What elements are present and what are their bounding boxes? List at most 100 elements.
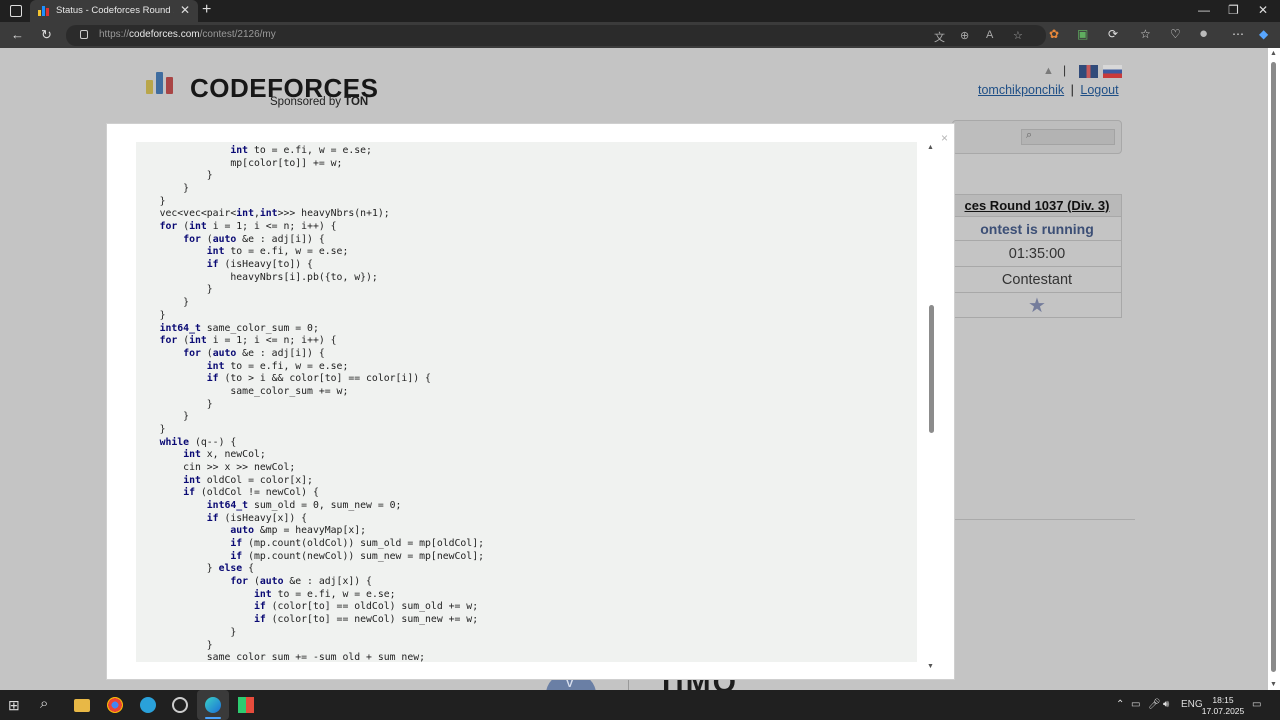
user-links: tomchikponchik | Logout	[978, 83, 1119, 97]
taskbar: ⊞ ⌕ ⌃ ▭ 🎤︎ 🔊︎ ENG 18:15 17.07.2025 ▭	[0, 690, 1280, 720]
code-line: vec<vec<pair<int,int>>> heavyNbrs(n+1);	[136, 208, 390, 220]
browser-nav-bar: ← ↻ https://codeforces.com/contest/2126/…	[0, 22, 1280, 48]
copilot-icon[interactable]: ◆	[1259, 27, 1268, 41]
reload-icon[interactable]: ↻	[41, 27, 52, 43]
url-text: https://codeforces.com/contest/2126/my	[99, 29, 276, 40]
scroll-down-icon[interactable]: ▼	[1270, 681, 1277, 688]
code-line: int to = e.fi, w = e.se;	[206, 360, 349, 372]
more-icon[interactable]: ⋯	[1232, 27, 1244, 41]
profile-icon[interactable]: ●	[1199, 25, 1208, 42]
code-line: same_color_sum += -sum_old + sum_new;	[136, 652, 426, 662]
telegram-icon[interactable]	[140, 697, 156, 713]
file-explorer-icon[interactable]	[74, 699, 90, 712]
network-icon[interactable]: ▭	[1131, 699, 1140, 710]
address-bar[interactable]: https://codeforces.com/contest/2126/my 文…	[66, 25, 1046, 46]
code-line: for (int i = 1; i <= n; i++) {	[159, 335, 337, 347]
contest-title-link[interactable]: ces Round 1037 (Div. 3)	[953, 195, 1121, 217]
russian-flag-icon[interactable]	[1103, 65, 1122, 78]
divider	[955, 519, 1135, 520]
browser-tab-bar: Status - Codeforces Round 1037 ( ✕ + — ❐…	[0, 0, 1280, 22]
code-line: int to = e.fi, w = e.se;	[253, 588, 396, 600]
code-scrollbar-thumb[interactable]	[929, 305, 934, 433]
code-line: if (color[to] == oldCol) sum_old += w;	[253, 601, 479, 613]
browser-essentials-icon[interactable]: ♡	[1170, 27, 1181, 41]
source-code-view[interactable]: int to = e.fi, w = e.se; mp[color[to]] +…	[136, 142, 917, 662]
contest-status: ontest is running	[953, 217, 1121, 241]
username-link[interactable]: tomchikponchik	[978, 83, 1064, 97]
zoom-icon[interactable]: ⊕	[960, 29, 969, 42]
page-scrollbar[interactable]: ▲ ▼	[1268, 48, 1280, 690]
favorite-star-icon[interactable]: ★	[953, 293, 1121, 318]
chrome-icon[interactable]	[107, 697, 123, 713]
code-line: } else {	[136, 563, 254, 575]
code-line: int oldCol = color[x];	[183, 474, 313, 486]
source-code-modal: × int to = e.fi, w = e.se; mp[color[to]]…	[106, 123, 955, 680]
separator: |	[1063, 63, 1067, 77]
notifications-center-icon[interactable]: ▭	[1252, 699, 1261, 710]
extensions-icon[interactable]: ⟳	[1108, 27, 1118, 41]
code-line: int to = e.fi, w = e.se;	[206, 246, 349, 258]
notifications-icon[interactable]: ▲	[1043, 65, 1054, 77]
code-line: for (auto &e : adj[i]) {	[183, 347, 325, 359]
code-line: if (oldCol != newCol) {	[183, 487, 319, 499]
code-line: }	[136, 284, 213, 296]
github-icon[interactable]	[172, 697, 188, 713]
code-line: heavyNbrs[i].pb({to, w});	[136, 271, 378, 283]
maximize-icon[interactable]: ❐	[1228, 3, 1239, 17]
code-line: }	[136, 639, 213, 651]
code-line: }	[136, 309, 166, 321]
tab-title: Status - Codeforces Round 1037 (	[56, 5, 174, 16]
volume-icon[interactable]: 🔊︎	[1163, 699, 1169, 710]
code-line: same_color_sum += w;	[136, 385, 349, 397]
lock-icon[interactable]	[80, 30, 88, 39]
code-line: if (mp.count(oldCol)) sum_old = mp[oldCo…	[230, 538, 484, 550]
extension-icon[interactable]: ✿	[1049, 27, 1059, 41]
translate-icon[interactable]: 文	[934, 29, 945, 45]
separator: |	[1070, 83, 1074, 97]
favorite-icon[interactable]: ☆	[1013, 29, 1023, 42]
contest-timer: 01:35:00	[953, 241, 1121, 267]
app-icon[interactable]	[238, 697, 254, 713]
code-line: if (color[to] == newCol) sum_new += w;	[253, 614, 479, 626]
clock-time: 18:15	[1212, 695, 1234, 705]
code-scrollbar[interactable]: ▲ ▼	[927, 144, 937, 670]
contest-role: Contestant	[953, 267, 1121, 293]
code-scroll-down-icon[interactable]: ▼	[927, 663, 934, 670]
search-input[interactable]: ⌕	[1021, 129, 1115, 145]
code-scroll-up-icon[interactable]: ▲	[927, 144, 934, 151]
tab-close-icon[interactable]: ✕	[180, 3, 190, 17]
browser-tab[interactable]: Status - Codeforces Round 1037 ( ✕	[30, 0, 198, 22]
code-line: for (int i = 1; i <= n; i++) {	[159, 221, 337, 233]
code-line: }	[136, 170, 213, 182]
code-line: }	[136, 183, 190, 195]
code-line: int64_t sum_old = 0, sum_new = 0;	[206, 500, 402, 512]
modal-close-icon[interactable]: ×	[941, 131, 948, 145]
english-flag-icon[interactable]	[1079, 65, 1098, 78]
back-icon[interactable]: ←	[11, 27, 24, 42]
clock[interactable]: 18:15 17.07.2025	[1200, 695, 1246, 717]
edge-icon[interactable]	[205, 697, 221, 713]
code-line: cin >> x >> newCol;	[136, 462, 296, 473]
start-icon[interactable]: ⊞	[8, 697, 24, 713]
new-tab-icon[interactable]: +	[202, 1, 211, 19]
scroll-up-icon[interactable]: ▲	[1270, 50, 1277, 57]
code-line: int x, newCol;	[183, 449, 266, 461]
clock-date: 17.07.2025	[1201, 706, 1245, 716]
page-scrollbar-thumb[interactable]	[1271, 62, 1276, 672]
code-line: }	[136, 398, 213, 410]
logout-link[interactable]: Logout	[1080, 83, 1118, 97]
code-line: if (mp.count(newCol)) sum_new = mp[newCo…	[230, 550, 484, 562]
favorites-icon[interactable]: ☆	[1140, 27, 1151, 41]
tab-actions-icon[interactable]	[10, 5, 22, 17]
close-window-icon[interactable]: ✕	[1258, 3, 1268, 17]
codeforces-favicon-icon	[38, 6, 49, 16]
code-line: mp[color[to]] += w;	[136, 157, 343, 169]
show-hidden-icons-icon[interactable]: ⌃	[1116, 699, 1124, 710]
sponsor-line: Sponsored by TON	[270, 96, 369, 108]
read-aloud-icon[interactable]: A	[986, 29, 993, 41]
search-icon[interactable]: ⌕	[40, 695, 56, 712]
extension-badge-icon[interactable]: ▣	[1077, 27, 1088, 41]
minimize-icon[interactable]: —	[1198, 3, 1210, 17]
active-app-indicator	[205, 717, 221, 719]
microphone-icon[interactable]: 🎤︎	[1148, 699, 1161, 710]
